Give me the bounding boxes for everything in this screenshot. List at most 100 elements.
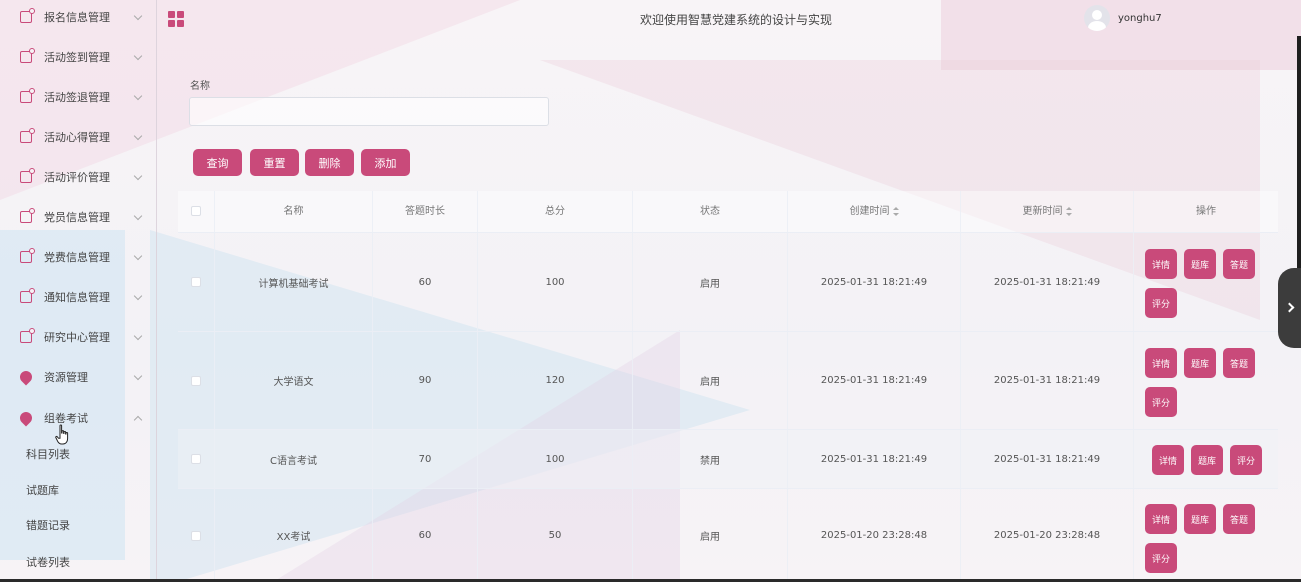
menu-grid-icon[interactable] [168,11,184,27]
chevron-down-icon [133,331,143,340]
detail-button[interactable]: 详情 [1152,445,1184,475]
column-header-created[interactable]: 创建时间 [788,191,961,233]
column-header-status: 状态 [633,191,788,233]
table-row: XX考试 60 50 启用 2025-01-20 23:28:48 2025-0… [178,489,1278,582]
sidebar-item-label: 报名信息管理 [44,11,110,24]
column-header-duration: 答题时长 [373,191,478,233]
sort-icon[interactable] [1065,206,1072,216]
grade-button[interactable]: 评分 [1230,445,1262,475]
sidebar-item-label: 活动心得管理 [44,131,110,144]
sidebar-item-label: 党费信息管理 [44,251,110,264]
answer-button[interactable]: 答题 [1223,504,1255,534]
username[interactable]: yonghu7 [1118,13,1162,24]
table-header: 名称 答题时长 总分 状态 创建时间 更新时间 操作 [178,191,1278,233]
top-header: 欢迎使用智慧党建系统的设计与实现 yonghu7 [157,0,1301,38]
row-select-cell [178,430,215,488]
chevron-down-icon [133,171,143,180]
name-search-input[interactable] [189,97,549,126]
column-header-actions: 操作 [1196,206,1216,217]
chevron-down-icon [133,211,143,220]
question-bank-button[interactable]: 题库 [1184,249,1216,279]
cell-created: 2025-01-31 18:21:49 [788,233,961,331]
chevron-right-icon [1284,302,1295,313]
question-bank-button[interactable]: 题库 [1184,348,1216,378]
chevron-down-icon [133,131,143,140]
row-checkbox[interactable] [191,454,201,464]
sidebar-item-exam[interactable]: 组卷考试 [0,398,157,438]
cell-actions: 详情 题库 答题 评分 [1134,332,1278,429]
cell-updated: 2025-01-31 18:21:49 [961,233,1134,331]
pin-icon [17,409,35,427]
grade-button[interactable]: 评分 [1145,387,1177,417]
doc-icon [20,208,35,223]
chevron-down-icon [133,91,143,100]
cell-total: 120 [478,332,633,429]
sidebar-item-signup[interactable]: 报名信息管理 [0,0,157,37]
sidebar-item-members[interactable]: 党员信息管理 [0,197,157,237]
sidebar-item-research[interactable]: 研究中心管理 [0,317,157,357]
cell-duration: 90 [373,332,478,429]
row-checkbox[interactable] [191,277,201,287]
question-bank-button[interactable]: 题库 [1184,504,1216,534]
sidebar-item-notices[interactable]: 通知信息管理 [0,277,157,317]
sidebar-item-evaluation[interactable]: 活动评价管理 [0,157,157,197]
submenu-item-subjects[interactable]: 科目列表 [26,445,70,465]
answer-button[interactable]: 答题 [1223,348,1255,378]
chevron-down-icon [133,11,143,20]
select-all-checkbox[interactable] [191,206,201,216]
submenu-item-question-bank[interactable]: 试题库 [26,481,59,501]
sidebar-item-reflection[interactable]: 活动心得管理 [0,117,157,157]
submenu-item-wrong-answers[interactable]: 错题记录 [26,516,70,536]
row-checkbox[interactable] [191,375,201,386]
sidebar-item-label: 活动评价管理 [44,171,110,184]
cell-actions: 详情 题库 答题 评分 [1134,233,1278,331]
add-button[interactable]: 添加 [361,149,410,176]
sidebar-item-checkin[interactable]: 活动签到管理 [0,37,157,77]
grade-button[interactable]: 评分 [1145,288,1177,318]
sidebar-item-checkout[interactable]: 活动签退管理 [0,77,157,117]
cell-name: 大学语文 [215,332,373,429]
answer-button[interactable]: 答题 [1223,249,1255,279]
cell-actions: 详情 题库 答题 评分 [1134,489,1278,582]
detail-button[interactable]: 详情 [1145,504,1177,534]
sidebar-item-label: 资源管理 [44,371,88,384]
cell-updated: 2025-01-31 18:21:49 [961,332,1134,429]
column-header-total: 总分 [478,191,633,233]
reset-button[interactable]: 重置 [250,149,299,176]
table-row: 大学语文 90 120 启用 2025-01-31 18:21:49 2025-… [178,332,1278,430]
page-title: 欢迎使用智慧党建系统的设计与实现 [640,13,833,27]
column-header-updated[interactable]: 更新时间 [961,191,1134,233]
sidebar-item-dues[interactable]: 党费信息管理 [0,237,157,277]
cell-created: 2025-01-31 18:21:49 [788,332,961,429]
hand-cursor-icon [55,424,69,445]
doc-icon [20,288,35,303]
cell-total: 50 [478,489,633,582]
cell-total: 100 [478,233,633,331]
table-row: 计算机基础考试 60 100 启用 2025-01-31 18:21:49 20… [178,233,1278,332]
table-row: C语言考试 70 100 禁用 2025-01-31 18:21:49 2025… [178,430,1278,489]
cell-name: C语言考试 [215,430,373,488]
doc-icon [20,128,35,143]
exam-table: 名称 答题时长 总分 状态 创建时间 更新时间 操作 计算机基础考试 60 10… [178,191,1278,582]
sidebar-item-label: 党员信息管理 [44,211,110,224]
avatar[interactable] [1084,5,1110,31]
delete-button[interactable]: 删除 [305,149,354,176]
doc-icon [20,8,35,23]
row-checkbox[interactable] [191,530,201,541]
name-field-label: 名称 [190,81,210,92]
query-button[interactable]: 查询 [193,149,242,176]
cell-updated: 2025-01-31 18:21:49 [961,430,1134,488]
question-bank-button[interactable]: 题库 [1191,445,1223,475]
sort-icon[interactable] [892,206,899,216]
cell-created: 2025-01-31 18:21:49 [788,430,961,488]
column-header-updated-label: 更新时间 [1022,206,1063,217]
sidebar-item-resources[interactable]: 资源管理 [0,357,157,397]
detail-button[interactable]: 详情 [1145,249,1177,279]
scrollbar-track[interactable] [1297,36,1301,268]
cell-created: 2025-01-20 23:28:48 [788,489,961,582]
expand-panel-tab[interactable] [1278,268,1301,348]
sidebar-item-label: 通知信息管理 [44,291,110,304]
grade-button[interactable]: 评分 [1145,543,1177,573]
detail-button[interactable]: 详情 [1145,348,1177,378]
submenu-item-papers[interactable]: 试卷列表 [26,553,70,573]
